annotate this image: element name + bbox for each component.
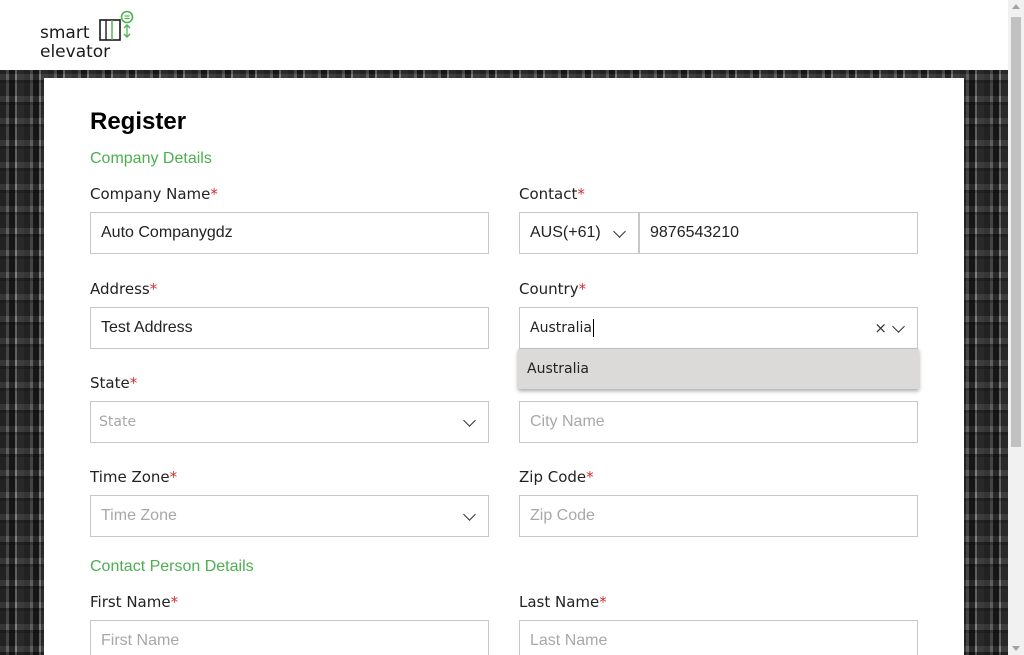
- last-name-input[interactable]: Last Name: [519, 620, 918, 655]
- country-label: Country*: [519, 280, 587, 298]
- clear-icon[interactable]: ×: [874, 319, 887, 337]
- city-input[interactable]: City Name: [519, 401, 918, 443]
- chevron-down-icon: [613, 225, 626, 238]
- chevron-down-icon[interactable]: [463, 508, 476, 521]
- last-name-label: Last Name*: [519, 593, 607, 611]
- company-name-label: Company Name*: [90, 185, 218, 203]
- page-title: Register: [90, 108, 187, 135]
- country-code-select[interactable]: AUS(+61): [519, 212, 639, 254]
- smart-elevator-logo[interactable]: smart elevator: [40, 10, 140, 62]
- contact-number-input[interactable]: 9876543210: [639, 212, 918, 254]
- logo-text-line1: smart: [40, 23, 90, 43]
- first-name-label: First Name*: [90, 593, 179, 611]
- chevron-down-icon[interactable]: [892, 320, 905, 333]
- zip-code-input[interactable]: Zip Code: [519, 495, 918, 537]
- elevator-icon: [99, 10, 134, 41]
- first-name-input[interactable]: First Name: [90, 620, 489, 655]
- header: smart elevator: [0, 0, 1008, 70]
- country-select[interactable]: Australia ×: [519, 307, 918, 349]
- chevron-down-icon[interactable]: [463, 414, 476, 427]
- scroll-up-arrow-icon[interactable]: [1012, 4, 1020, 9]
- state-label: State*: [90, 374, 138, 392]
- contact-label: Contact*: [519, 185, 585, 203]
- section-contact-person-details: Contact Person Details: [90, 558, 254, 575]
- scroll-down-arrow-icon[interactable]: [1012, 646, 1020, 651]
- time-zone-label: Time Zone*: [90, 468, 178, 486]
- address-input[interactable]: Test Address: [90, 307, 489, 349]
- text-cursor: [592, 319, 594, 337]
- logo-text-line2: elevator: [40, 42, 111, 62]
- state-select[interactable]: State: [90, 401, 489, 443]
- time-zone-select[interactable]: Time Zone: [90, 495, 489, 537]
- vertical-scrollbar[interactable]: [1008, 0, 1024, 655]
- country-dropdown-option[interactable]: Australia: [518, 349, 919, 389]
- zip-code-label: Zip Code*: [519, 468, 594, 486]
- scrollbar-thumb[interactable]: [1011, 17, 1021, 447]
- company-name-input[interactable]: Auto Companygdz: [90, 212, 489, 254]
- address-label: Address*: [90, 280, 158, 298]
- section-company-details: Company Details: [90, 150, 212, 167]
